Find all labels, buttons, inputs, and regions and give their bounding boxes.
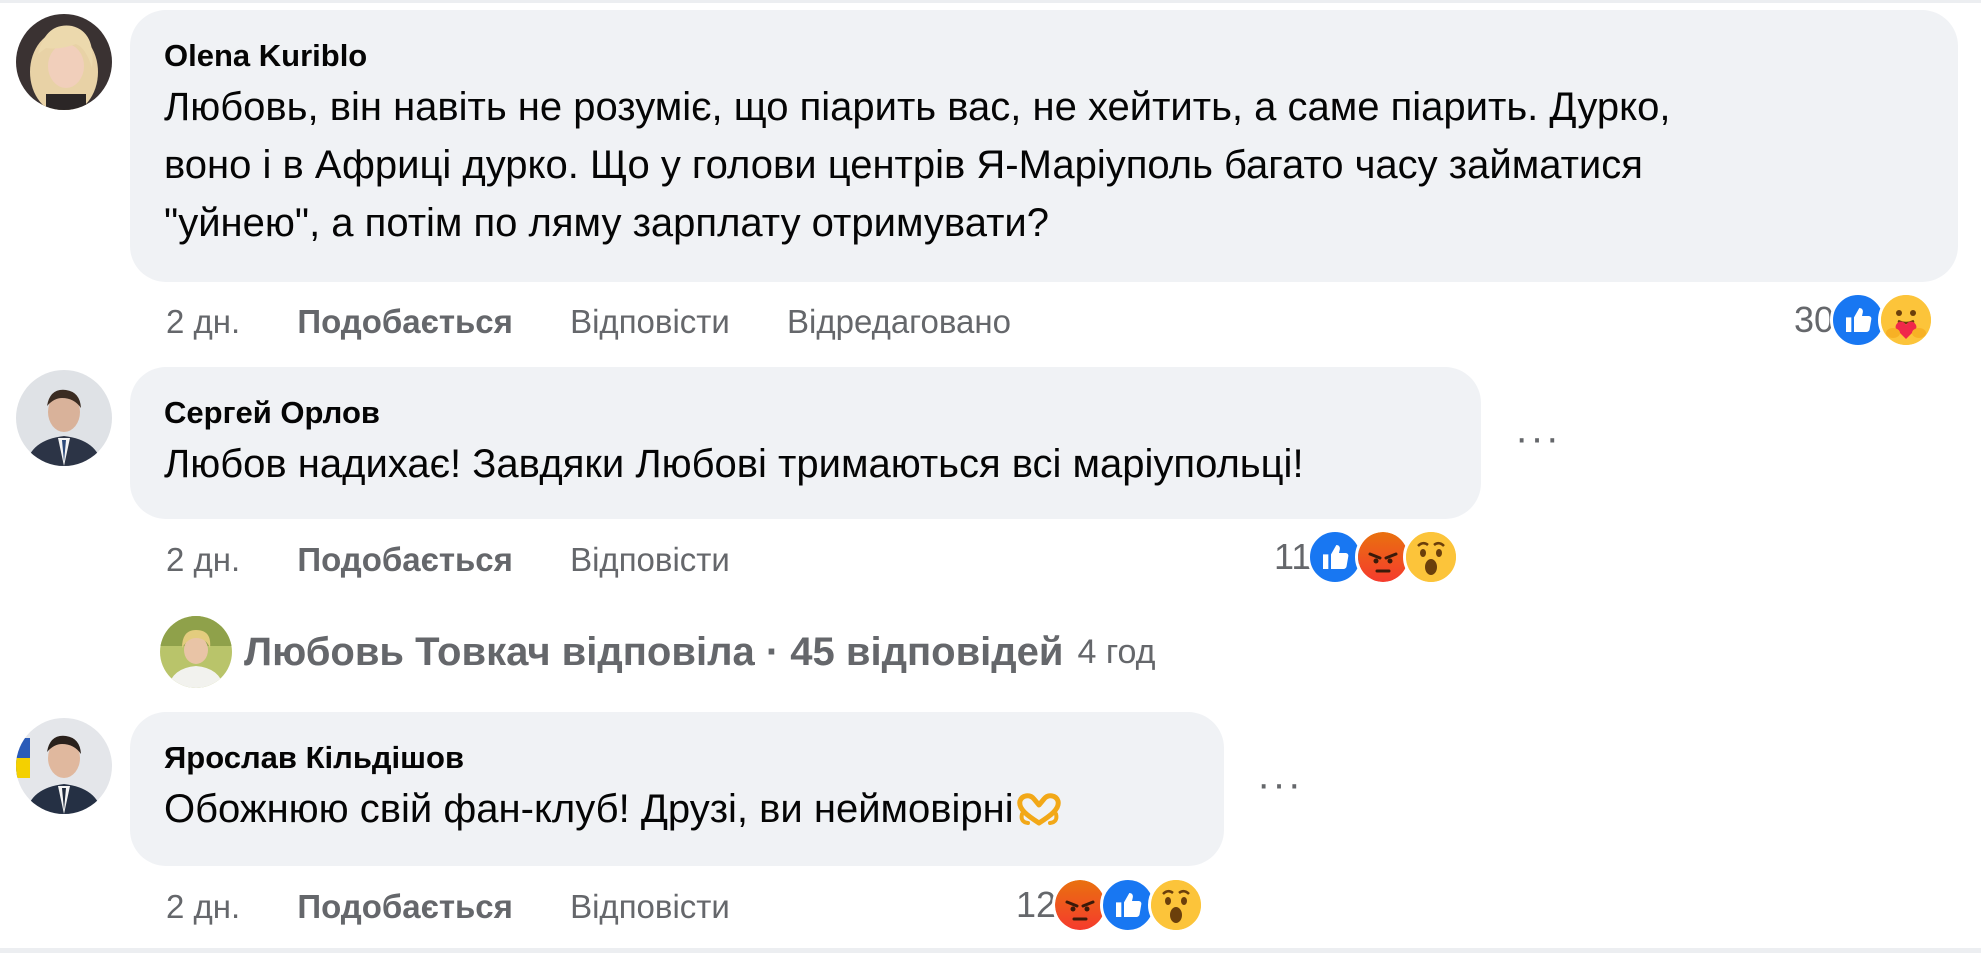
- like-button[interactable]: Подобається: [297, 887, 513, 927]
- like-button[interactable]: Подобається: [297, 302, 513, 342]
- like-button[interactable]: Подобається: [297, 540, 513, 580]
- comment-bubble: Olena Kuriblo Любовь, він навіть не розу…: [130, 10, 1958, 282]
- replies-summary-text[interactable]: Любовь Товкач відповіла · 45 відповідей: [244, 630, 1064, 675]
- comment-text-line: Любовь, він навіть не розуміє, що піарит…: [164, 85, 1671, 129]
- comment-bubble: Ярослав Кільдішов Обожнюю свій фан-клуб!…: [130, 712, 1224, 866]
- reaction-count: 11: [1274, 536, 1312, 577]
- comment-author[interactable]: Olena Kuriblo: [164, 36, 1924, 76]
- wow-icon: [1148, 877, 1205, 933]
- more-options-button[interactable]: ···: [1510, 418, 1566, 458]
- wow-icon: [1403, 529, 1460, 585]
- comment-actions: 2 дн. Подобається Відповісти: [166, 540, 730, 580]
- comment-author[interactable]: Сергей Орлов: [164, 393, 1447, 433]
- comment-time[interactable]: 2 дн.: [166, 540, 240, 580]
- top-divider: [0, 0, 1981, 3]
- reply-button[interactable]: Відповісти: [570, 302, 730, 342]
- reactions-summary[interactable]: 30: [1794, 291, 1935, 349]
- comment-time[interactable]: 2 дн.: [166, 887, 240, 927]
- comment-bubble: Сергей Орлов Любов надихає! Завдяки Любо…: [130, 367, 1481, 519]
- reaction-count: 30: [1794, 299, 1835, 340]
- care-icon: [1878, 292, 1935, 348]
- comment-text-line: "уйнею", а потім по ляму зарплату отриму…: [164, 201, 1049, 245]
- avatar-olena[interactable]: [16, 14, 112, 110]
- comment-text-content: Обожнюю свій фан-клуб! Друзі, ви неймові…: [164, 787, 1014, 831]
- comment-time[interactable]: 2 дн.: [166, 302, 240, 342]
- avatar-tovkach: [160, 616, 232, 688]
- heart-hands-emoji: [1016, 784, 1062, 842]
- replies-summary-time: 4 год: [1077, 632, 1156, 671]
- reactions-summary[interactable]: 12: [1016, 876, 1205, 934]
- reactions-summary[interactable]: 11: [1274, 528, 1460, 586]
- reaction-count: 12: [1016, 884, 1057, 925]
- edited-label[interactable]: Відредаговано: [787, 302, 1011, 342]
- comment-text-line: Любов надихає! Завдяки Любові тримаються…: [164, 442, 1304, 486]
- view-replies-link[interactable]: Любовь Товкач відповіла · 45 відповідей …: [160, 616, 1156, 688]
- comment-text: Любов надихає! Завдяки Любові тримаються…: [164, 435, 1447, 493]
- comment-text-line: Обожнюю свій фан-клуб! Друзі, ви неймові…: [164, 780, 1190, 842]
- comment-text: Любовь, він навіть не розуміє, що піарит…: [164, 78, 1924, 252]
- comment-text: Обожнюю свій фан-клуб! Друзі, ви неймові…: [164, 780, 1190, 842]
- reply-button[interactable]: Відповісти: [570, 887, 730, 927]
- bottom-divider: [0, 948, 1981, 953]
- more-options-button[interactable]: ···: [1252, 764, 1308, 804]
- avatar-kildishov[interactable]: [16, 718, 112, 814]
- comment-text-line: воно і в Африці дурко. Що у голови центр…: [164, 143, 1643, 187]
- comment-actions: 2 дн. Подобається Відповісти: [166, 887, 730, 927]
- reply-button[interactable]: Відповісти: [570, 540, 730, 580]
- avatar-orlov[interactable]: [16, 370, 112, 466]
- comment-author[interactable]: Ярослав Кільдішов: [164, 738, 1190, 778]
- comment-actions: 2 дн. Подобається Відповісти Відредагова…: [166, 302, 1011, 342]
